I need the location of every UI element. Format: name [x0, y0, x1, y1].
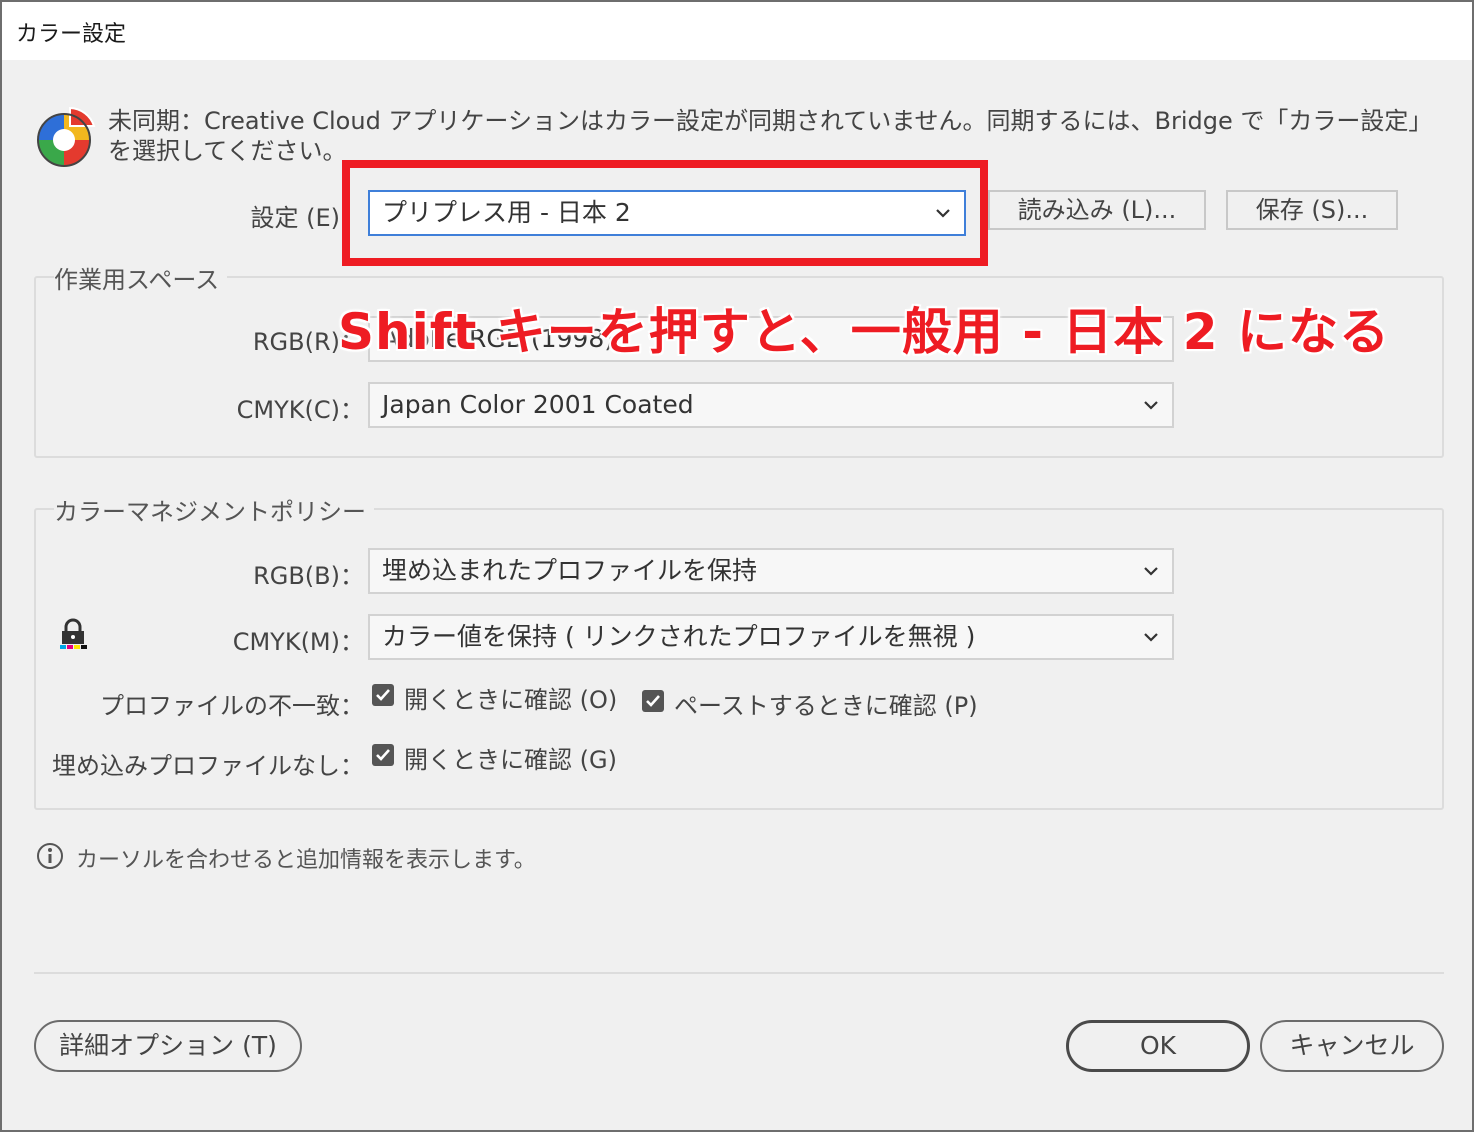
- policies-title: カラーマネジメントポリシー: [54, 492, 374, 527]
- chevron-down-icon: [1144, 633, 1158, 642]
- title-bar: カラー設定: [2, 2, 1472, 60]
- check-icon: [376, 689, 390, 701]
- sync-message: 未同期：Creative Cloud アプリケーションはカラー設定が同期されてい…: [108, 107, 1433, 165]
- policy-cmyk-value: カラー値を保持 ( リンクされたプロファイルを無視 ): [382, 622, 976, 651]
- policy-cmyk-dropdown[interactable]: カラー値を保持 ( リンクされたプロファイルを無視 ): [368, 614, 1174, 660]
- settings-label: 設定 (E)：: [250, 204, 364, 232]
- advanced-options-button[interactable]: 詳細オプション (T): [34, 1020, 302, 1072]
- mismatch-open-label[interactable]: 開くときに確認 (O): [404, 680, 617, 715]
- shift-key-annotation: Shift キーを押すと、一般用 - 日本 2 になる: [338, 303, 1390, 361]
- missing-open-label[interactable]: 開くときに確認 (G): [404, 740, 617, 775]
- lock-icon: [58, 618, 88, 650]
- mismatch-paste-label[interactable]: ペーストするときに確認 (P): [674, 686, 978, 721]
- missing-open-checkbox[interactable]: [372, 744, 394, 766]
- mismatch-paste-checkbox[interactable]: [642, 690, 664, 712]
- load-button[interactable]: 読み込み (L)...: [988, 190, 1206, 230]
- window-title: カラー設定: [16, 22, 127, 47]
- save-button[interactable]: 保存 (S)...: [1226, 190, 1398, 230]
- check-icon: [646, 695, 660, 707]
- policy-cmyk-label: CMYK(M)：: [232, 628, 364, 656]
- info-icon: [36, 842, 64, 870]
- mismatch-open-checkbox[interactable]: [372, 684, 394, 706]
- chevron-down-icon: [1144, 567, 1158, 576]
- color-settings-dialog: カラー設定 未同期：Creative Cloud アプリケーションはカラー設定が…: [0, 0, 1474, 1132]
- chevron-down-icon: [1144, 401, 1158, 410]
- settings-highlight-box: [342, 160, 988, 266]
- policy-rgb-label: RGB(B)：: [253, 562, 364, 590]
- check-icon: [376, 749, 390, 761]
- working-cmyk-value: Japan Color 2001 Coated: [382, 390, 694, 419]
- mismatch-label: プロファイルの不一致：: [100, 692, 364, 720]
- policy-rgb-dropdown[interactable]: 埋め込まれたプロファイルを保持: [368, 548, 1174, 594]
- working-cmyk-dropdown[interactable]: Japan Color 2001 Coated: [368, 382, 1174, 428]
- info-text: カーソルを合わせると追加情報を表示します。: [76, 848, 536, 873]
- missing-profile-label: 埋め込みプロファイルなし：: [52, 752, 364, 780]
- footer-divider: [34, 972, 1444, 974]
- working-cmyk-label: CMYK(C)：: [236, 396, 364, 424]
- cancel-button[interactable]: キャンセル: [1260, 1020, 1444, 1072]
- ok-button[interactable]: OK: [1066, 1020, 1250, 1072]
- working-spaces-title: 作業用スペース: [54, 260, 228, 295]
- color-sync-icon: [34, 104, 100, 170]
- policy-rgb-value: 埋め込まれたプロファイルを保持: [382, 556, 758, 585]
